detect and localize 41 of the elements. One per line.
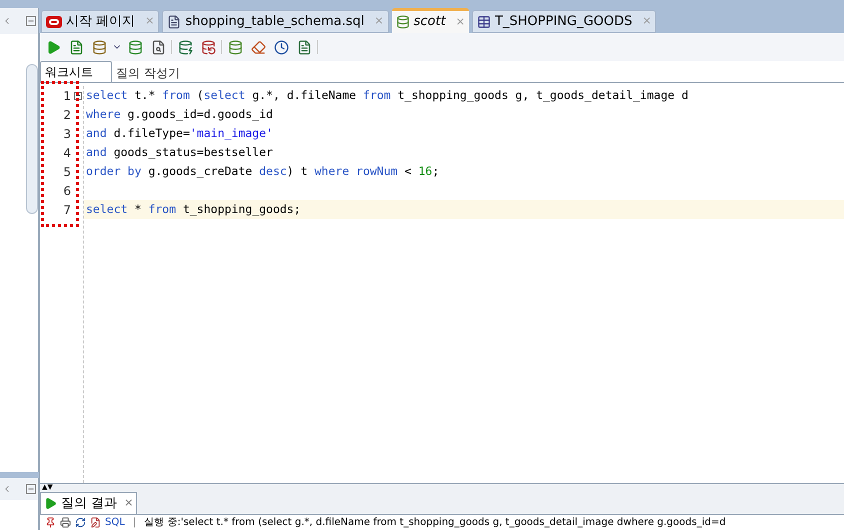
fold-icon[interactable] [74, 92, 82, 100]
editor-tab[interactable]: scott × [392, 8, 469, 33]
code-line: order by g.goods_creDate desc) t where rowNum < 16; [85, 162, 440, 180]
line-number: 7 [63, 202, 72, 218]
run-warning-icon [44, 497, 57, 510]
scrollbar[interactable] [26, 64, 38, 214]
editor-tab[interactable]: 시작 페이지 × [41, 10, 160, 33]
sub-tab[interactable]: 워크시트 [40, 61, 112, 82]
line-number: 3 [63, 126, 72, 142]
pin-icon[interactable] [45, 517, 56, 528]
document-icon [167, 14, 182, 28]
tab-label: shopping_table_schema.sql [185, 12, 364, 31]
code-line: where g.goods_id=d.goods_id [85, 106, 274, 123]
editor-tab[interactable]: shopping_table_schema.sql × [162, 10, 389, 33]
separator: | [132, 516, 138, 530]
editor-tab[interactable]: T_SHOPPING_GOODS × [472, 10, 656, 33]
close-button[interactable]: × [124, 495, 134, 512]
edit-icon[interactable] [90, 517, 101, 528]
line-number: 6 [63, 182, 72, 200]
code-line: and goods_status=bestseller [85, 144, 274, 161]
tab-label: T_SHOPPING_GOODS [494, 12, 632, 31]
results-tab[interactable]: 질의 결과 × [40, 492, 138, 514]
line-number: 1 [63, 88, 72, 104]
tab-label: 시작 페이지 [66, 12, 136, 31]
sub-tab[interactable]: 질의 작성기 [112, 63, 184, 82]
minimize-icon[interactable] [26, 16, 36, 26]
code-line: and d.fileType='main_image' [85, 124, 274, 142]
printer-icon[interactable] [60, 517, 71, 528]
database-icon [396, 15, 410, 29]
line-number: 2 [63, 106, 72, 124]
minimize-icon[interactable] [26, 484, 36, 494]
table-icon [476, 14, 491, 28]
sql-link[interactable]: SQL [105, 515, 125, 530]
tab-label: scott [414, 13, 446, 32]
line-number: 5 [63, 164, 72, 180]
code-line: select t.* from (select g.*, d.fileName from t_shopping_goods g, t_goods_detail_image d [85, 86, 690, 104]
ring-icon [46, 16, 62, 28]
refresh-icon[interactable] [75, 517, 86, 528]
line-number: 4 [63, 144, 72, 162]
tab-label: 질의 결과 [61, 494, 118, 513]
status-text: 실행 중:'select t.* from (select g.*, d.fileName from t_shopping_goods g, t_goods_detail_image dwhere g.goods_id=d [144, 516, 726, 530]
